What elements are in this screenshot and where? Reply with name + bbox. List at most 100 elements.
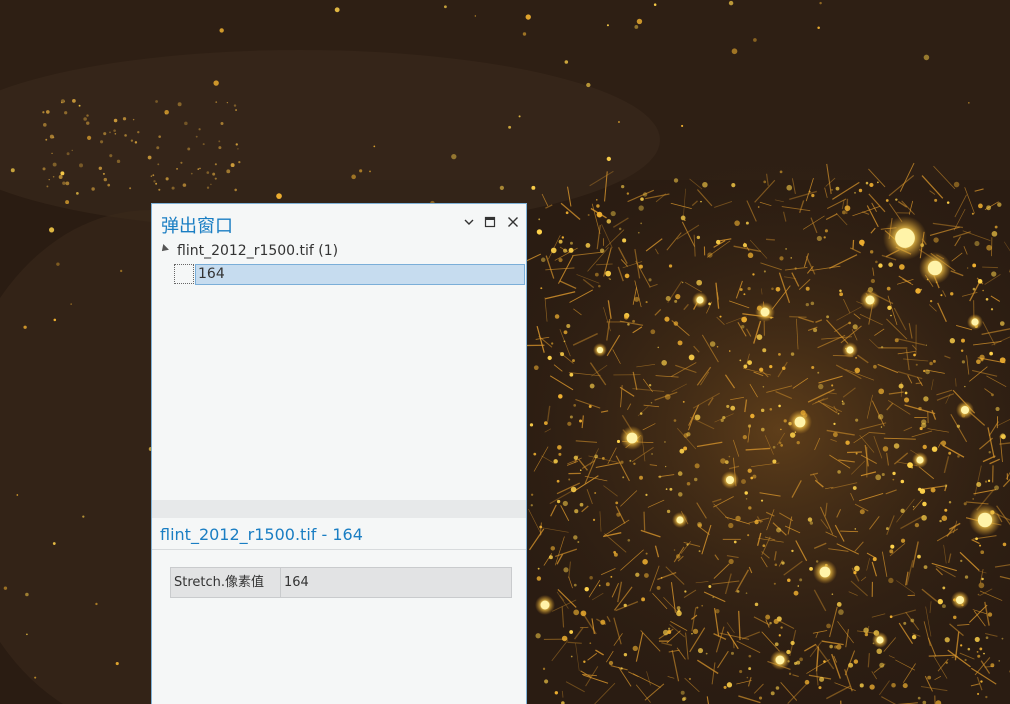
town-light [758, 696, 763, 700]
town-light [530, 493, 534, 496]
town-light [915, 363, 918, 366]
town-light [637, 231, 640, 234]
town-light [561, 635, 568, 642]
town-light [811, 193, 815, 198]
town-light [869, 684, 875, 690]
town-light [797, 585, 800, 587]
town-light [741, 479, 746, 485]
town-light [116, 159, 121, 163]
town-light [805, 286, 810, 291]
town-light [226, 169, 231, 174]
town-light [48, 178, 50, 181]
town-light [942, 604, 946, 609]
town-light [234, 188, 237, 192]
town-light [665, 295, 671, 302]
town-light [540, 257, 546, 263]
panel-splitter[interactable] [152, 500, 526, 518]
town-light [683, 696, 687, 701]
town-light [900, 479, 905, 484]
town-light [940, 440, 947, 446]
town-light [152, 174, 155, 177]
town-light [932, 359, 936, 363]
city-core [865, 295, 875, 305]
city-core [895, 228, 915, 248]
town-light [743, 293, 746, 296]
town-light [782, 366, 786, 371]
town-light [683, 433, 689, 438]
town-light [184, 121, 188, 126]
town-light [910, 618, 915, 623]
city-core [955, 595, 965, 605]
town-light [696, 606, 699, 609]
town-light [855, 452, 858, 455]
chevron-down-icon[interactable] [459, 212, 479, 234]
town-light [539, 525, 543, 529]
town-light [796, 660, 801, 665]
town-light [550, 247, 557, 254]
town-light [661, 360, 667, 366]
town-light [839, 289, 842, 293]
town-light [783, 419, 787, 423]
town-light [728, 522, 734, 529]
town-light [987, 479, 991, 482]
town-light [925, 369, 930, 375]
town-light [804, 679, 810, 685]
town-light [113, 129, 116, 132]
town-light [564, 60, 569, 64]
town-light [945, 661, 948, 664]
town-light [878, 263, 883, 268]
town-light [134, 141, 138, 144]
town-light [369, 170, 371, 173]
road-light [852, 239, 855, 250]
town-light [120, 269, 123, 273]
town-light [960, 559, 963, 562]
town-light [869, 182, 874, 188]
town-light [605, 582, 610, 587]
tree-layer-label[interactable]: flint_2012_r1500.tif (1) [177, 243, 338, 259]
town-light [824, 229, 828, 233]
city-core [696, 296, 704, 304]
town-light [832, 432, 838, 438]
town-light [978, 582, 985, 589]
town-light [930, 487, 936, 493]
town-light [922, 501, 927, 507]
town-light [572, 359, 575, 363]
town-light [967, 647, 971, 651]
town-light [859, 683, 864, 688]
town-light [941, 515, 948, 521]
town-light [999, 357, 1006, 364]
town-light [944, 508, 948, 512]
town-light [748, 667, 752, 671]
town-light [568, 478, 571, 481]
town-light [692, 628, 699, 635]
town-light [645, 552, 648, 555]
town-light [889, 549, 894, 554]
town-light [790, 640, 795, 646]
town-light [974, 636, 980, 642]
town-light [567, 421, 572, 426]
town-light [585, 243, 591, 248]
close-icon[interactable] [503, 212, 523, 234]
maximize-icon[interactable] [480, 212, 500, 234]
town-light [831, 188, 833, 191]
town-light [942, 586, 946, 590]
town-light [972, 287, 976, 291]
town-light [997, 202, 1002, 207]
town-light [747, 468, 752, 473]
tree-item-selected[interactable]: 164 [195, 264, 525, 285]
town-light [762, 348, 767, 353]
town-light [760, 499, 764, 502]
town-light [570, 241, 573, 245]
expand-triangle-icon[interactable] [159, 244, 169, 254]
town-light [961, 338, 965, 343]
town-light [42, 167, 46, 171]
town-light [627, 538, 631, 542]
popup-title: 弹出窗口 [161, 216, 233, 237]
town-light [570, 655, 573, 658]
town-light [645, 301, 648, 304]
town-light [771, 287, 774, 291]
town-light [991, 230, 998, 237]
town-light [944, 637, 950, 643]
town-light [818, 383, 824, 390]
town-light [921, 515, 927, 521]
